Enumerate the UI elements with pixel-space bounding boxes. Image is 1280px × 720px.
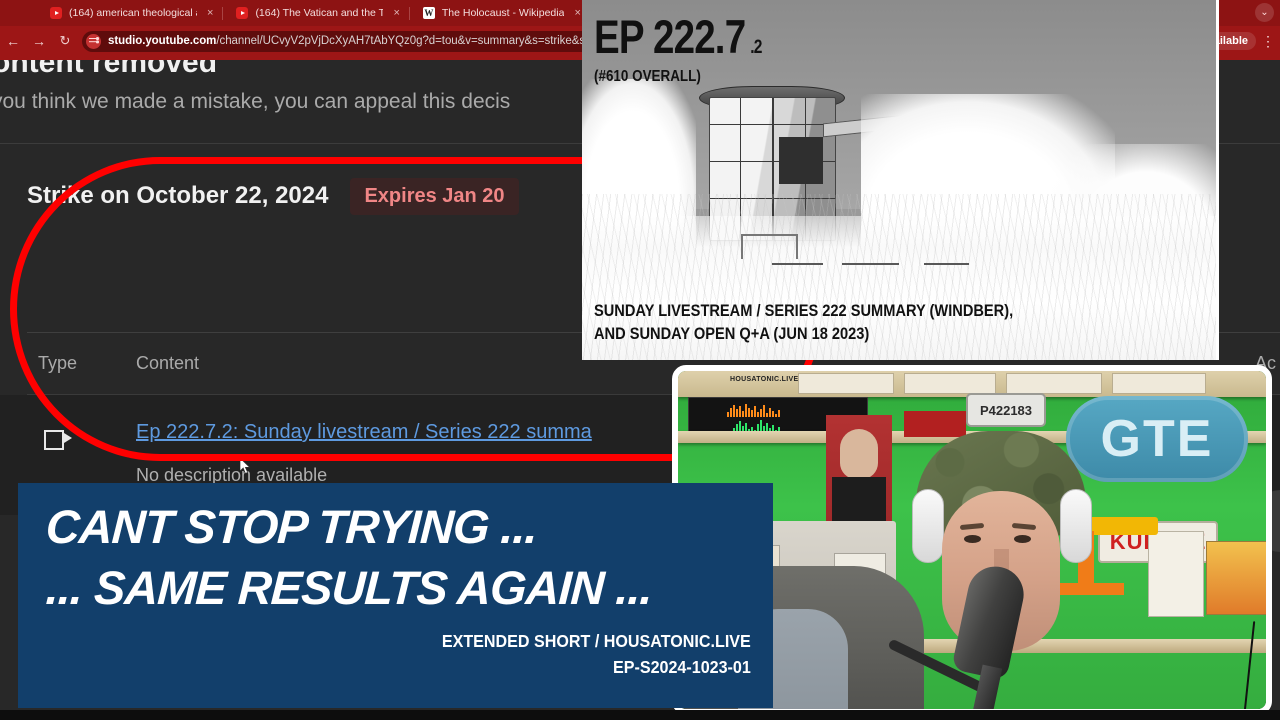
episode-number-main: EP 222.7 [594,10,746,63]
episode-number-sub: .2 [750,37,762,58]
column-header-content: Content [136,352,200,373]
page-title: ontent removed [0,60,218,79]
mouse-cursor [240,458,251,474]
thermal-image-overlay: EP 222.7.2 (#610 OVERALL) SUNDAY LIVESTR… [582,0,1219,360]
episode-overall-number: (#610 OVERALL) [594,68,701,85]
bench [841,262,899,266]
swing-set [740,234,798,260]
url-domain: studio.youtube.com [108,35,217,47]
tab-title: The Holocaust - Wikipedia [441,7,565,19]
video-title-link[interactable]: Ep 222.7.2: Sunday livestream / Series 2… [136,421,592,444]
url-text: studio.youtube.com/channel/UCvyV2pVjDcXy… [108,35,644,47]
bench [772,262,823,266]
kebab-menu-icon[interactable]: ⋮ [1260,34,1276,48]
status-badge: Expires Jan 20 [350,177,519,215]
shelf-item [1206,541,1266,615]
license-plate: P422183 [966,393,1046,427]
divider [222,6,224,20]
tune-icon[interactable] [86,33,101,49]
video-camera-icon [44,430,72,452]
forward-icon[interactable]: → [26,28,52,54]
wikipedia-icon: W [422,7,435,19]
browser-tab[interactable]: (164) american theological a × [42,1,217,25]
url-path: /channel/UCvyV2pVjDcXyAH7tAbYQz0g?d=tou&… [216,35,644,47]
page-subtitle: you think we made a mistake, you can app… [0,90,511,113]
divider [408,6,410,20]
banner-subtitle-1: EXTENDED SHORT / HOUSATONIC.LIVE [442,631,751,651]
rack-label: HOUSATONIC.LIVE [730,376,799,383]
column-header-type: Type [38,352,78,373]
youtube-icon [50,7,62,19]
episode-caption-line1: SUNDAY LIVESTREAM / SERIES 222 SUMMARY (… [594,301,1014,321]
microphone [887,561,1034,709]
wall-portrait [826,415,892,525]
lower-third-banner: CANT STOP TRYING ... ... SAME RESULTS AG… [18,483,773,708]
cable [1242,621,1256,709]
reload-icon[interactable]: ↻ [52,28,78,54]
back-icon[interactable]: ← [0,28,26,54]
banner-line-2: ... SAME RESULTS AGAIN ... [44,561,654,614]
close-icon[interactable]: × [207,7,213,19]
episode-caption: SUNDAY LIVESTREAM / SERIES 222 SUMMARY (… [594,300,1013,346]
bottom-bar [0,710,1280,720]
close-icon[interactable]: × [574,7,580,19]
chevron-down-icon[interactable]: ⌄ [1255,3,1274,22]
episode-caption-line2: AND SUNDAY OPEN Q+A (JUN 18 2023) [594,324,870,344]
close-icon[interactable]: × [393,7,399,19]
banner-line-1: CANT STOP TRYING ... [44,500,539,553]
strike-title: Strike on October 22, 2024 [27,182,329,209]
youtube-icon [236,7,249,19]
episode-number: EP 222.7.2 [594,9,762,64]
tab-title: (164) american theological a [69,7,197,19]
bench [924,262,969,266]
tab-title: (164) The Vatican and the Th [255,7,384,19]
dark-window [778,136,823,184]
browser-tab[interactable]: (164) The Vatican and the Th × [228,1,403,25]
browser-tab[interactable]: W The Holocaust - Wikipedia × [415,1,585,25]
banner-subtitle-2: EP-S2024-1023-01 [613,657,751,677]
